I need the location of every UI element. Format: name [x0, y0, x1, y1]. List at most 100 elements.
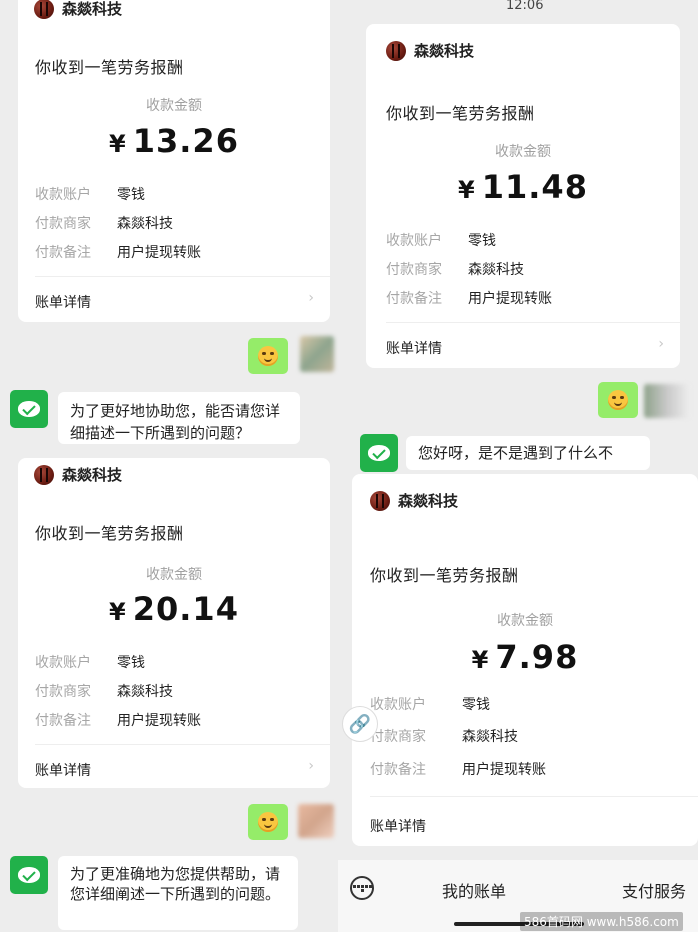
- info-key: 付款备注: [35, 245, 91, 261]
- info-row-note: 付款备注 用户提现转账: [35, 710, 201, 730]
- info-value: 森燚科技: [468, 262, 524, 278]
- merchant-row: 森燚科技: [370, 490, 458, 511]
- currency-symbol: ¥: [471, 646, 490, 674]
- bill-detail-link[interactable]: 账单详情: [35, 760, 91, 780]
- info-row-account: 收款账户 零钱: [35, 652, 145, 672]
- merchant-logo-icon: [386, 40, 406, 61]
- info-value: 用户提现转账: [468, 291, 552, 307]
- emoji-face-icon: [258, 812, 278, 832]
- divider: [35, 744, 330, 745]
- amount-value: 11.48: [481, 168, 588, 206]
- info-row-note: 付款备注 用户提现转账: [370, 759, 546, 779]
- info-key: 收款账户: [370, 697, 426, 713]
- info-value: 零钱: [468, 233, 496, 249]
- amount-value: 7.98: [495, 638, 579, 676]
- user-avatar[interactable]: [644, 384, 690, 418]
- info-row-payer: 付款商家 森燚科技: [35, 213, 173, 233]
- emoji-face-icon: [608, 390, 628, 410]
- watermark: 586首码网 www.h586.com: [520, 912, 683, 931]
- amount: ¥20.14: [18, 590, 330, 628]
- merchant-logo-icon: [34, 0, 54, 19]
- info-key: 付款商家: [370, 729, 426, 745]
- merchant-name: 森燚科技: [62, 466, 123, 484]
- divider: [370, 796, 698, 797]
- info-value: 零钱: [117, 187, 145, 203]
- info-value: 用户提现转账: [117, 713, 201, 729]
- amount-label: 收款金额: [497, 613, 553, 629]
- user-avatar[interactable]: [298, 804, 334, 838]
- info-key: 付款备注: [386, 291, 442, 307]
- merchant-name: 森燚科技: [398, 492, 459, 510]
- amount-label: 收款金额: [146, 98, 202, 114]
- emoji-face-icon: [258, 346, 278, 366]
- currency-symbol: ¥: [109, 130, 127, 158]
- bot-avatar[interactable]: [360, 434, 398, 472]
- info-key: 付款商家: [35, 216, 91, 232]
- merchant-row: 森燚科技: [34, 464, 122, 485]
- emoji-message-bubble[interactable]: [598, 382, 638, 418]
- currency-symbol: ¥: [109, 598, 127, 626]
- user-avatar[interactable]: [300, 336, 334, 372]
- card-headline: 你收到一笔劳务报酬: [35, 524, 184, 543]
- chevron-right-icon: ›: [308, 758, 314, 774]
- merchant-name: 森燚科技: [414, 42, 475, 60]
- pay-service-button[interactable]: 支付服务: [622, 878, 686, 902]
- info-key: 付款商家: [386, 262, 442, 278]
- emoji-message-bubble[interactable]: [248, 338, 288, 374]
- bot-message-3: 为了更准确地为您提供帮助，请您详细阐述一下所遇到的问题。: [58, 856, 298, 930]
- info-value: 用户提现转账: [462, 762, 546, 778]
- info-row-note: 付款备注 用户提现转账: [35, 242, 201, 262]
- chat-bubble-icon: [368, 445, 390, 461]
- info-value: 森燚科技: [462, 729, 518, 745]
- bot-message-2: 您好呀，是不是遇到了什么不: [406, 436, 650, 470]
- info-key: 付款备注: [35, 713, 91, 729]
- amount: ¥7.98: [352, 638, 698, 676]
- link-icon[interactable]: 🔗: [342, 706, 378, 742]
- bill-detail-link[interactable]: 账单详情: [386, 338, 442, 358]
- amount-label: 收款金额: [146, 567, 202, 583]
- keyboard-icon[interactable]: [350, 876, 374, 900]
- info-value: 森燚科技: [117, 684, 173, 700]
- amount: ¥11.48: [366, 168, 680, 206]
- amount-value: 13.26: [132, 122, 239, 160]
- divider: [35, 276, 330, 277]
- info-key: 付款商家: [35, 684, 91, 700]
- currency-symbol: ¥: [458, 176, 476, 204]
- info-row-account: 收款账户 零钱: [370, 694, 490, 714]
- info-row-note: 付款备注 用户提现转账: [386, 288, 552, 308]
- amount-label: 收款金额: [495, 144, 551, 160]
- bot-message-1: 为了更好地协助您，能否请您详细描述一下所遇到的问题？: [58, 392, 300, 444]
- info-key: 付款备注: [370, 762, 426, 778]
- bill-detail-link[interactable]: 账单详情: [370, 816, 426, 836]
- info-value: 零钱: [117, 655, 145, 671]
- divider: [386, 322, 680, 323]
- chevron-right-icon: ›: [308, 290, 314, 306]
- my-bill-button[interactable]: 我的账单: [442, 878, 506, 902]
- card-headline: 你收到一笔劳务报酬: [370, 566, 519, 585]
- payment-card-2[interactable]: 森燚科技 你收到一笔劳务报酬 收款金额 ¥11.48 收款账户 零钱 付款商家 森燚…: [366, 24, 680, 368]
- bot-avatar[interactable]: [10, 390, 48, 428]
- info-row-payer: 付款商家 森燚科技: [386, 259, 524, 279]
- info-key: 收款账户: [35, 655, 91, 671]
- emoji-message-bubble[interactable]: [248, 804, 288, 840]
- info-row-account: 收款账户 零钱: [386, 230, 496, 250]
- bot-avatar[interactable]: [10, 856, 48, 894]
- amount-value: 20.14: [132, 590, 239, 628]
- info-row-account: 收款账户 零钱: [35, 184, 145, 204]
- info-value: 森燚科技: [117, 216, 173, 232]
- payment-card-4[interactable]: 森燚科技 你收到一笔劳务报酬 收款金额 ¥7.98 收款账户 零钱 付款商家 森燚科…: [352, 474, 698, 846]
- chat-bubble-icon: [18, 867, 40, 883]
- amount: ¥13.26: [18, 122, 330, 160]
- payment-card-1[interactable]: 森燚科技 你收到一笔劳务报酬 收款金额 ¥13.26 收款账户 零钱 付款商家 森燚…: [18, 0, 330, 322]
- payment-card-3[interactable]: 森燚科技 你收到一笔劳务报酬 收款金额 ¥20.14 收款账户 零钱 付款商家 森燚…: [18, 458, 330, 788]
- card-headline: 你收到一笔劳务报酬: [386, 104, 535, 123]
- merchant-logo-icon: [370, 490, 390, 511]
- info-value: 零钱: [462, 697, 490, 713]
- info-key: 收款账户: [386, 233, 442, 249]
- timestamp: 12:06: [506, 0, 544, 13]
- merchant-row: 森燚科技: [386, 40, 474, 61]
- merchant-row: 森燚科技: [34, 0, 122, 19]
- merchant-name: 森燚科技: [62, 0, 123, 18]
- bill-detail-link[interactable]: 账单详情: [35, 292, 91, 312]
- merchant-logo-icon: [34, 464, 54, 485]
